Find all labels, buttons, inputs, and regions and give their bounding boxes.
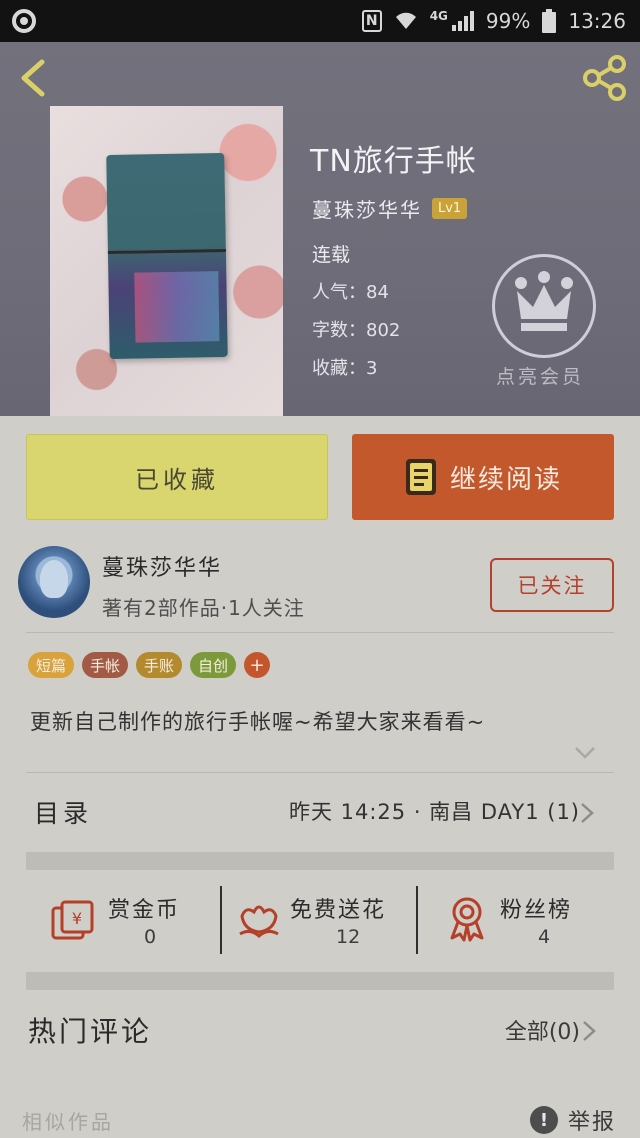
battery-icon: [542, 9, 557, 33]
cover-notebook-illustration: [106, 152, 228, 360]
send-flower-button[interactable]: 免费送花 12: [236, 886, 416, 956]
continue-reading-button[interactable]: 继续阅读: [352, 434, 614, 520]
popularity-stat: 人气：84: [312, 282, 389, 303]
app-notification-icon: [12, 9, 36, 33]
chevron-left-icon: [21, 59, 45, 97]
book-cover-image[interactable]: [50, 106, 283, 416]
continue-reading-label: 继续阅读: [449, 464, 562, 495]
avatar[interactable]: [18, 546, 90, 618]
chevron-right-icon[interactable]: [580, 802, 594, 824]
book-icon: [405, 459, 436, 495]
follow-button[interactable]: 已关注: [490, 558, 614, 612]
all-comments-link[interactable]: 全部(0): [505, 1014, 580, 1046]
stat-title: 免费送花: [290, 898, 387, 923]
status-bar: N 4G 99% 13:26: [0, 0, 640, 42]
stat-value: 0: [144, 926, 157, 948]
svg-text:¥: ¥: [72, 909, 82, 928]
toc-latest-chapter[interactable]: 昨天 14:25 · 南昌 DAY1 (1): [289, 796, 580, 826]
battery-percent: 99%: [485, 9, 531, 33]
clock: 13:26: [568, 9, 626, 33]
status-icons: N 4G 99% 13:26: [361, 0, 626, 42]
tag-item[interactable]: 手帐: [82, 652, 129, 678]
report-alert-icon[interactable]: !: [530, 1106, 558, 1134]
vip-label: 点亮会员: [496, 366, 585, 388]
toc-label[interactable]: 目录: [34, 794, 92, 830]
crown-icon: [515, 271, 573, 331]
author-meta: 著有2部作品·1人关注: [102, 596, 305, 620]
add-tag-button[interactable]: +: [244, 652, 271, 678]
stat-title: 粉丝榜: [500, 898, 573, 923]
stat-value: 12: [336, 926, 361, 948]
flower-icon: [239, 905, 279, 939]
stat-value: 4: [538, 926, 551, 948]
book-title: TN旅行手帐: [310, 144, 477, 179]
book-description: 更新自己制作的旅行手帐喔~希望大家来看看~: [30, 710, 486, 734]
chevron-right-icon[interactable]: [582, 1020, 596, 1042]
medal-icon: [450, 897, 484, 942]
vip-button[interactable]: [492, 254, 596, 358]
author-name[interactable]: 蔓珠莎华华: [102, 550, 222, 582]
network-type: 4G: [429, 9, 448, 23]
favorites-stat: 收藏：3: [312, 358, 378, 379]
level-badge: Lv1: [432, 198, 468, 219]
book-author-name: 蔓珠莎华华: [312, 198, 422, 222]
nfc-icon: N: [361, 10, 382, 32]
report-button[interactable]: 举报: [568, 1104, 616, 1136]
back-button[interactable]: [14, 56, 54, 100]
divider: [26, 632, 614, 633]
tag-item[interactable]: 手账: [136, 652, 183, 678]
tag-item[interactable]: 自创: [190, 652, 237, 678]
stat-title: 赏金币: [108, 898, 181, 923]
stat-divider: [416, 886, 418, 954]
book-header: TN旅行手帐 蔓珠莎华华 Lv1 连载 人气：84 字数：802 收藏：3 点亮…: [0, 42, 640, 416]
stat-divider: [220, 886, 222, 954]
signal-icon: [451, 11, 474, 31]
tag-list: 短篇 手帐 手账 自创 +: [28, 652, 271, 678]
share-icon: [583, 55, 626, 101]
serial-status: 连载: [312, 244, 351, 266]
reward-coins-button[interactable]: ¥ 赏金币 0: [50, 886, 220, 956]
word-count-stat: 字数：802: [312, 320, 401, 341]
collected-button[interactable]: 已收藏: [26, 434, 328, 520]
section-separator: [26, 972, 614, 990]
fan-ranking-button[interactable]: 粉丝榜 4: [444, 886, 614, 956]
wifi-icon: [394, 11, 418, 31]
share-button[interactable]: [580, 54, 628, 102]
divider: [26, 772, 614, 773]
hot-comments-title: 热门评论: [28, 1015, 153, 1048]
similar-works-label: 相似作品: [22, 1110, 114, 1134]
book-author-row[interactable]: 蔓珠莎华华 Lv1: [312, 194, 468, 223]
chevron-down-icon[interactable]: [574, 746, 596, 760]
section-separator: [26, 852, 614, 870]
tag-item[interactable]: 短篇: [28, 652, 75, 678]
reward-coin-icon: ¥: [51, 900, 94, 940]
